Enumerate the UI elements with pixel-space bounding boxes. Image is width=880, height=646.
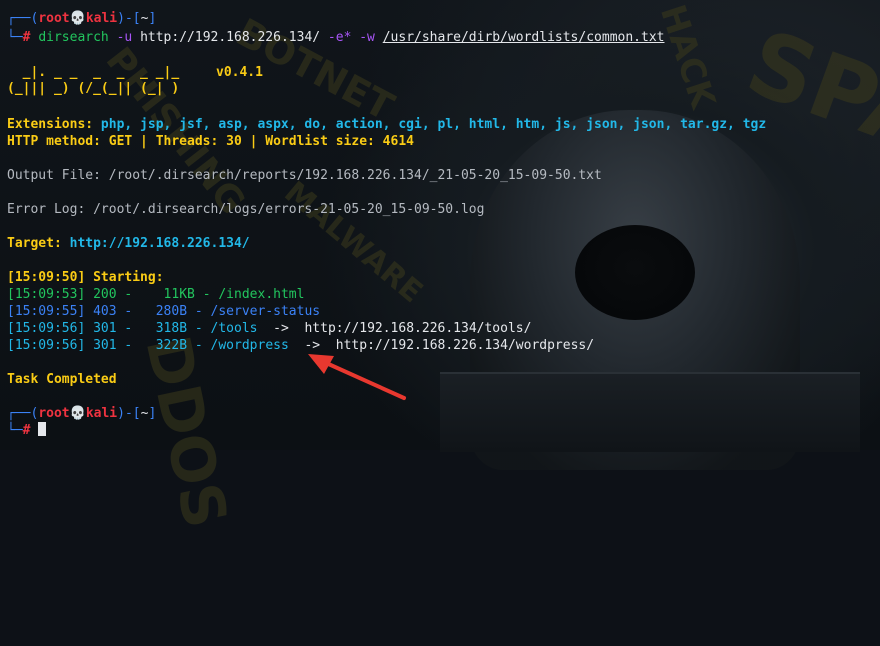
banner-art: (_||| _) (/_(_|| (_| ) bbox=[7, 81, 180, 96]
http-method-line: HTTP method: GET | Threads: 30 | Wordlis… bbox=[7, 134, 414, 149]
command-line: └─# dirsearch -u http://192.168.226.134/… bbox=[7, 30, 665, 45]
input-line[interactable]: └─# bbox=[7, 422, 47, 439]
banner-version: v0.4.1 bbox=[216, 65, 263, 80]
terminal-cursor bbox=[38, 422, 47, 436]
skull-icon: 💀 bbox=[69, 406, 86, 421]
terminal-output[interactable]: ┌──(root💀kali)-[~] └─# dirsearch -u http… bbox=[0, 0, 880, 450]
prompt-user: root bbox=[38, 406, 70, 421]
redirect-target: -> http://192.168.226.134/wordpress/ bbox=[304, 338, 595, 353]
output-file-line: Output File: /root/.dirsearch/reports/19… bbox=[7, 168, 602, 183]
prompt-user: root bbox=[38, 11, 70, 26]
prompt-line: ┌──(root💀kali)-[~] bbox=[7, 406, 157, 421]
annotation-arrow-icon bbox=[308, 354, 406, 400]
prompt-line: ┌──(root💀kali)-[~] bbox=[7, 11, 157, 26]
result-row: [15:09:53] 200 - 11KB - /index.html bbox=[7, 287, 305, 302]
starting-line: [15:09:50] Starting: bbox=[7, 270, 164, 285]
command-program: dirsearch bbox=[38, 30, 109, 45]
command-wordlist: /usr/share/dirb/wordlists/common.txt bbox=[382, 30, 665, 45]
extensions-line: Extensions: php, jsp, jsf, asp, aspx, do… bbox=[7, 117, 767, 132]
target-line: Target: http://192.168.226.134/ bbox=[7, 236, 250, 251]
error-log-line: Error Log: /root/.dirsearch/logs/errors-… bbox=[7, 202, 485, 217]
result-row: [15:09:56] 301 - 318B - /tools -> http:/… bbox=[7, 321, 532, 336]
result-row: [15:09:55] 403 - 280B - /server-status bbox=[7, 304, 321, 319]
redirect-target: -> http://192.168.226.134/tools/ bbox=[273, 321, 532, 336]
skull-icon: 💀 bbox=[69, 11, 86, 26]
task-completed-line: Task Completed bbox=[7, 372, 117, 387]
prompt-host: kali bbox=[85, 11, 118, 26]
banner-art: _|. _ _ _ _ _ _|_ bbox=[7, 65, 211, 80]
command-url: http://192.168.226.134/ bbox=[140, 30, 321, 45]
prompt-host: kali bbox=[85, 406, 118, 421]
